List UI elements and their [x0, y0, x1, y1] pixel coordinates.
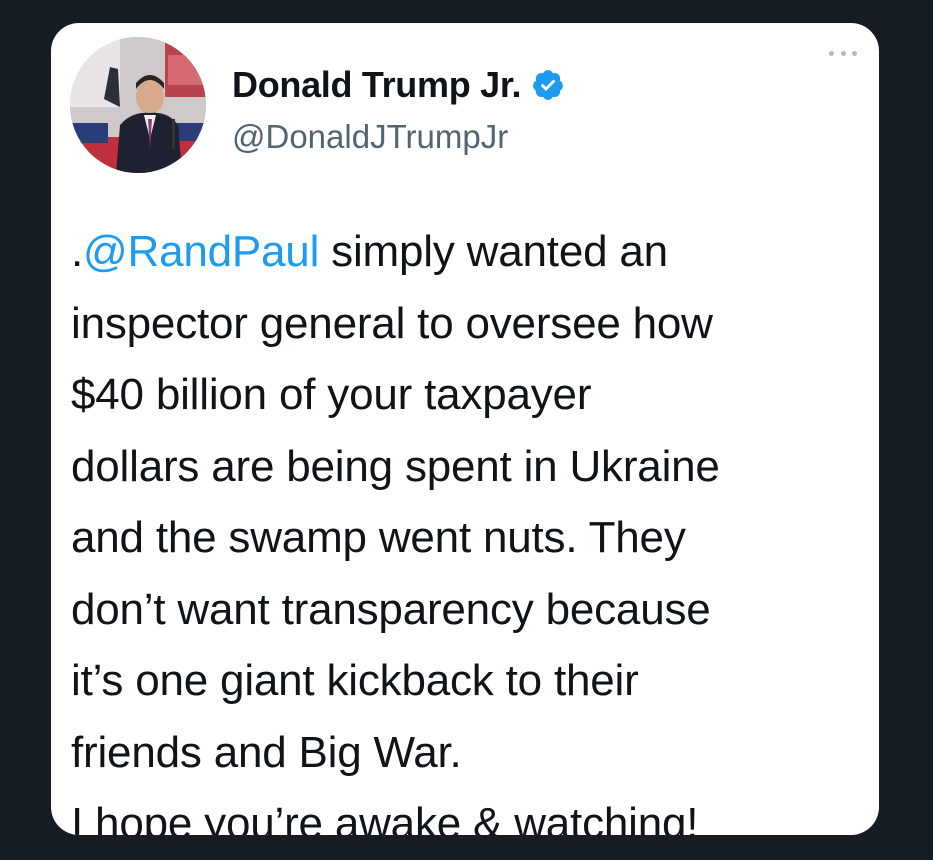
tweet-line-2: inspector general to oversee how — [71, 298, 713, 348]
tweet-line-4: dollars are being spent in Ukraine — [71, 441, 720, 491]
author-row: Donald Trump Jr. — [232, 63, 565, 107]
dot — [829, 50, 834, 56]
tweet-line-5: and the swamp went nuts. They — [71, 513, 686, 562]
author-display-name[interactable]: Donald Trump Jr. — [232, 64, 522, 106]
tweet-line-7: it’s one giant kickback to their — [71, 656, 639, 705]
tweet-line-1: .@RandPaul simply wanted an — [71, 216, 871, 288]
tweet-line-3: $40 billion of your taxpayer — [71, 370, 592, 419]
dot — [840, 50, 846, 56]
author-handle[interactable]: @DonaldJTrumpJr — [232, 118, 508, 156]
avatar[interactable] — [70, 37, 206, 173]
dot — [852, 50, 857, 56]
verified-badge-icon — [533, 70, 564, 100]
avatar-image — [70, 37, 206, 173]
tweet-line-8: friends and Big War. — [71, 727, 462, 777]
tweet-card[interactable]: Donald Trump Jr. @DonaldJTrumpJr .@RandP… — [51, 23, 879, 835]
tweet-line-1-rest: simply wanted an — [319, 227, 668, 276]
more-options-icon[interactable] — [829, 49, 857, 57]
tweet-line-6: don’t want transparency because — [71, 584, 711, 634]
tweet-line-9: I hope you’re awake & watching! — [71, 799, 699, 835]
tweet-text: .@RandPaul simply wanted an inspector ge… — [71, 216, 871, 835]
tweet-line-1-prefix: . — [71, 227, 84, 276]
mention-link[interactable]: @RandPaul — [83, 227, 319, 276]
screenshot-background: Donald Trump Jr. @DonaldJTrumpJr .@RandP… — [0, 0, 933, 860]
